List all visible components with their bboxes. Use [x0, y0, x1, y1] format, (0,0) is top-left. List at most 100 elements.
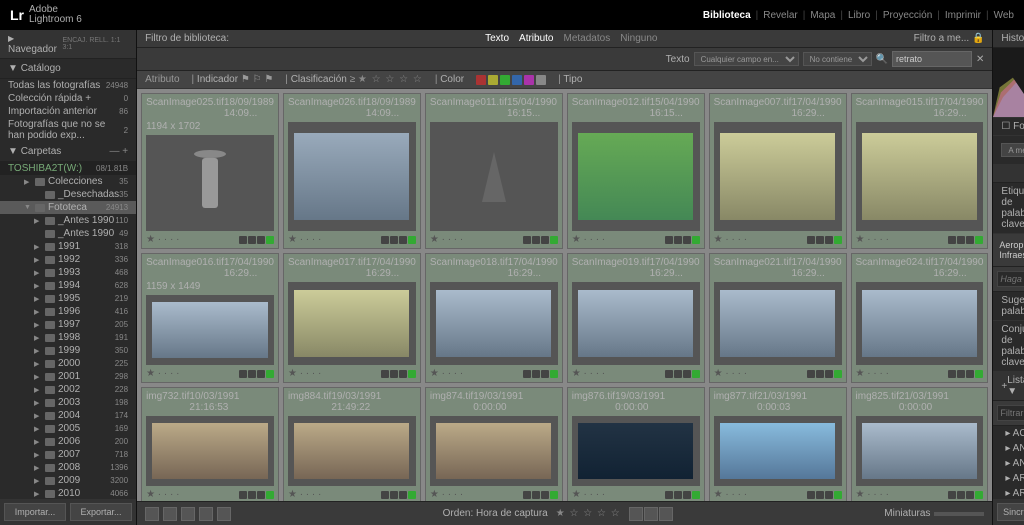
- folder-item[interactable]: _Desechadas35: [0, 188, 136, 201]
- folder-item[interactable]: ▶1994628: [0, 279, 136, 292]
- filter-tab-atributo[interactable]: Atributo: [519, 33, 553, 44]
- catalog-item[interactable]: Importación anterior86: [0, 105, 136, 118]
- folder-item[interactable]: ▶2002228: [0, 383, 136, 396]
- folder-item[interactable]: ▶1996416: [0, 305, 136, 318]
- folder-item[interactable]: ▶2000225: [0, 357, 136, 370]
- thumbnail-cell[interactable]: ScanImage021.tif17/04/1990 16:29...★ · ·…: [709, 253, 847, 383]
- folder-item[interactable]: ▶2004174: [0, 409, 136, 422]
- folder-item[interactable]: ▶_Antes 1990110: [0, 214, 136, 227]
- device-row[interactable]: TOSHIBA2T(W:) 08/1.81B: [0, 162, 136, 175]
- folder-item[interactable]: ▶20081396: [0, 461, 136, 474]
- keyword-item[interactable]: ▸ ARTE: [993, 486, 1024, 499]
- filter-tab-ninguno[interactable]: Ninguno: [620, 33, 657, 44]
- thumbnail-cell[interactable]: ScanImage016.tif17/04/1990 16:29...1159 …: [141, 253, 279, 383]
- thumbnail-cell[interactable]: ScanImage018.tif17/04/1990 16:29...★ · ·…: [425, 253, 563, 383]
- histogram-header[interactable]: Histograma▼: [993, 30, 1024, 48]
- thumbnail-cell[interactable]: img876.tif19/03/1991 0:00:00★ · · · ·: [567, 387, 705, 501]
- folder-item[interactable]: ▶1999350: [0, 344, 136, 357]
- navegador-header[interactable]: ▶ Navegador ENCAJ. RELL. 1:1 3:1: [0, 30, 136, 59]
- prev-icon[interactable]: [629, 507, 643, 521]
- thumbnail-cell[interactable]: ScanImage024.tif17/04/1990 16:29...★ · ·…: [851, 253, 989, 383]
- folder-item[interactable]: ▶1993468: [0, 266, 136, 279]
- filter-tab-texto[interactable]: Texto: [485, 33, 509, 44]
- nav-biblioteca[interactable]: Biblioteca: [703, 10, 751, 21]
- nav-web[interactable]: Web: [994, 10, 1014, 21]
- catalog-item[interactable]: Fotografías que no se han podido exp...2: [0, 118, 136, 142]
- clear-text-icon[interactable]: ✕: [976, 54, 984, 65]
- folder-item[interactable]: ▶2007718: [0, 448, 136, 461]
- thumbnail-cell[interactable]: ScanImage012.tif15/04/1990 16:15...★ · ·…: [567, 93, 705, 249]
- filter-keywords-input[interactable]: [997, 405, 1024, 421]
- keyword-list-header[interactable]: +Lista de palabras clave ▼: [993, 372, 1024, 401]
- type-icons[interactable]: [594, 76, 620, 84]
- nav-proyección[interactable]: Proyección: [883, 10, 932, 21]
- export-button[interactable]: Exportar...: [70, 503, 132, 521]
- filter-tab-metadatos[interactable]: Metadatos: [564, 33, 611, 44]
- thumbnail-cell[interactable]: ScanImage026.tif18/09/1989 14:09...★ · ·…: [283, 93, 421, 249]
- sync-button[interactable]: Sincronizar: [997, 503, 1024, 521]
- thumbnail-cell[interactable]: ScanImage015.tif17/04/1990 16:29...★ · ·…: [851, 93, 989, 249]
- revelado-header[interactable]: A medida Revelado rápido ▶: [993, 136, 1024, 165]
- add-keyword-input[interactable]: [997, 271, 1024, 287]
- catalog-item[interactable]: Colección rápida +0: [0, 92, 136, 105]
- nav-mapa[interactable]: Mapa: [810, 10, 835, 21]
- filter-preset[interactable]: Filtro a me...: [914, 33, 970, 44]
- text-field-select[interactable]: Cualquier campo en...: [694, 52, 799, 66]
- folder-item[interactable]: ▶20104066: [0, 487, 136, 499]
- thumbnail-cell[interactable]: img877.tif21/03/1991 0:00:03★ · · · ·: [709, 387, 847, 501]
- thumbnail-cell[interactable]: ScanImage025.tif18/09/1989 14:09...1194 …: [141, 93, 279, 249]
- folder-item[interactable]: ▶2003198: [0, 396, 136, 409]
- catalog-item[interactable]: Todas las fotografías24948: [0, 79, 136, 92]
- folder-item[interactable]: ▶20093200: [0, 474, 136, 487]
- survey-view-icon[interactable]: [199, 507, 213, 521]
- nav-libro[interactable]: Libro: [848, 10, 870, 21]
- import-button[interactable]: Importar...: [4, 503, 66, 521]
- thumbnail-cell[interactable]: ScanImage011.tif15/04/1990 16:15...★ · ·…: [425, 93, 563, 249]
- grid-view-icon[interactable]: [145, 507, 159, 521]
- text-value-input[interactable]: [892, 51, 972, 67]
- nav-revelar[interactable]: Revelar: [763, 10, 797, 21]
- thumbnail-cell[interactable]: img874.tif19/03/1991 0:00:00★ · · · ·: [425, 387, 563, 501]
- catalogo-header[interactable]: ▼ Catálogo: [0, 59, 136, 79]
- folder-item[interactable]: ▶1991318: [0, 240, 136, 253]
- medida-select[interactable]: A medida: [1001, 143, 1024, 157]
- folder-item[interactable]: ▶1992336: [0, 253, 136, 266]
- folder-item[interactable]: ▶1995219: [0, 292, 136, 305]
- next-icon[interactable]: [659, 507, 673, 521]
- keyword-item[interactable]: ▸ ANATOMIA: [993, 441, 1024, 456]
- grid-area[interactable]: ScanImage025.tif18/09/1989 14:09...1194 …: [137, 89, 992, 501]
- loupe-view-icon[interactable]: [163, 507, 177, 521]
- folder-item[interactable]: ▼Fototeca24913: [0, 201, 136, 214]
- thumbnail-cell[interactable]: img825.tif21/03/1991 0:00:00★ · · · ·: [851, 387, 989, 501]
- thumbnail-cell[interactable]: img732.tif10/03/1991 21:16:53★ · · · ·: [141, 387, 279, 501]
- folder-item[interactable]: ▶2001298: [0, 370, 136, 383]
- folder-item[interactable]: ▶1998191: [0, 331, 136, 344]
- color-filter[interactable]: [476, 75, 546, 85]
- keyword-item[interactable]: ▸ ACCION: [993, 426, 1024, 441]
- keyword-set-row[interactable]: Conjunto de palabras clave A medida: [993, 321, 1024, 372]
- folder-item[interactable]: ▶1997205: [0, 318, 136, 331]
- carpetas-header[interactable]: ▼ Carpetas — +: [0, 142, 136, 162]
- text-rule-select[interactable]: No contiene: [803, 52, 872, 66]
- original-photo-row[interactable]: ☐ Fotografía original: [993, 118, 1024, 136]
- add-folder-icon[interactable]: — +: [109, 146, 128, 157]
- compare-view-icon[interactable]: [181, 507, 195, 521]
- lock-icon[interactable]: 🔒: [972, 33, 984, 44]
- thumbnail-cell[interactable]: ScanImage007.tif17/04/1990 16:29...★ · ·…: [709, 93, 847, 249]
- thumbnail-cell[interactable]: ScanImage017.tif17/04/1990 16:29...★ · ·…: [283, 253, 421, 383]
- people-view-icon[interactable]: [217, 507, 231, 521]
- thumbnail-cell[interactable]: img884.tif19/03/1991 21:49:22★ · · · ·: [283, 387, 421, 501]
- folder-item[interactable]: _Antes 199049: [0, 227, 136, 240]
- rating-filter[interactable]: ★ ☆ ☆ ☆ ☆: [556, 508, 621, 519]
- nav-imprimir[interactable]: Imprimir: [945, 10, 981, 21]
- folder-item[interactable]: ▶2006200: [0, 435, 136, 448]
- thumb-size-slider[interactable]: [934, 512, 984, 516]
- play-icon[interactable]: [644, 507, 658, 521]
- suggestions-header[interactable]: Sugerencias de palabras clave▶: [993, 292, 1024, 321]
- keywords-header[interactable]: Palabras clave ▼: [993, 165, 1024, 183]
- thumbnail-cell[interactable]: ScanImage019.tif17/04/1990 16:29...★ · ·…: [567, 253, 705, 383]
- keyword-item[interactable]: ▸ ARQUITECTURA: [993, 471, 1024, 486]
- keyword-item[interactable]: ▸ ANIMALES: [993, 456, 1024, 471]
- folder-item[interactable]: ▶Colecciones35: [0, 175, 136, 188]
- folder-item[interactable]: ▶2005169: [0, 422, 136, 435]
